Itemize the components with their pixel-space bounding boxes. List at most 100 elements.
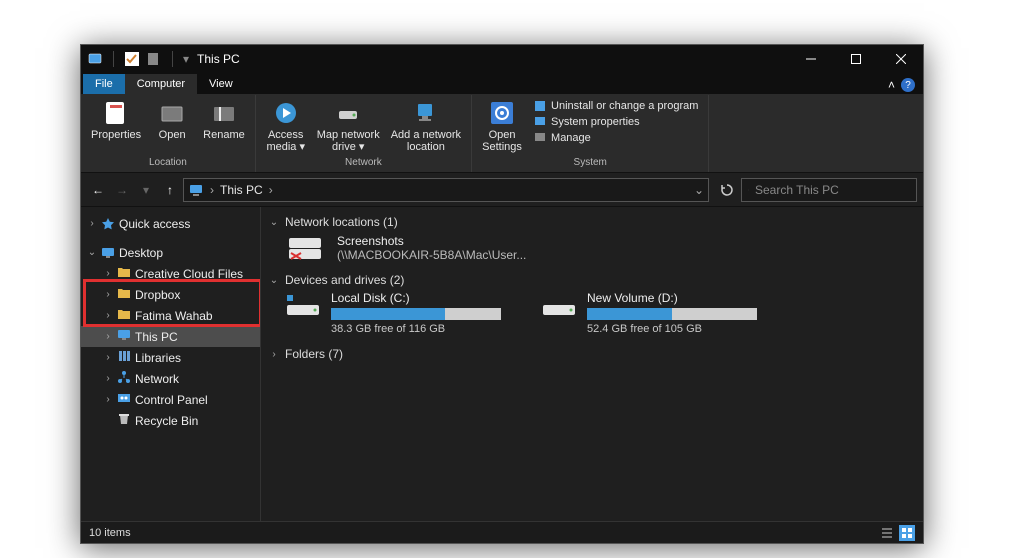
help-icon[interactable]: ? [901,78,915,92]
sidebar-item-dropbox[interactable]: › Dropbox [81,284,260,305]
sidebar-item-control-panel[interactable]: › Control Panel [81,389,260,410]
file-explorer-window: ▾ This PC File Computer View ˄ ? Propert… [80,44,924,544]
chevron-down-icon[interactable]: ⌄ [87,247,97,258]
search-box[interactable] [741,178,917,202]
map-drive-button[interactable]: Map network drive ▾ [313,97,384,155]
sidebar-item-libraries[interactable]: ›Libraries [81,347,260,368]
chevron-right-icon[interactable]: › [103,289,113,300]
section-header-label: Devices and drives (2) [285,273,404,287]
drive-usage-bar [587,308,757,320]
view-details-button[interactable] [879,525,895,541]
breadcrumb[interactable]: › This PC › ⌄ [183,178,709,202]
chevron-right-icon[interactable]: › [103,352,113,363]
properties-button[interactable]: Properties [87,97,145,143]
chevron-right-icon[interactable]: › [103,373,113,384]
status-bar: 10 items [81,521,923,543]
drive-item[interactable]: Local Disk (C:)38.3 GB free of 116 GB [285,291,501,335]
open-button[interactable]: Open [148,97,196,143]
folder-icon [117,412,131,429]
network-location-item[interactable]: Screenshots (\\MACBOOKAIR-5B8A\Mac\User.… [285,233,915,263]
nav-recent-button[interactable]: ▾ [135,179,157,201]
nav-up-button[interactable]: ↑ [159,179,181,201]
netloc-sub: (\\MACBOOKAIR-5B8A\Mac\User... [337,248,526,262]
folder-icon [117,328,131,345]
rename-label: Rename [203,129,245,141]
search-input[interactable] [755,183,910,197]
titlebar: ▾ This PC [81,45,923,73]
checkbox-icon[interactable] [124,51,140,67]
close-button[interactable] [878,45,923,73]
sidebar-item-label: This PC [135,330,178,344]
chevron-right-icon[interactable]: › [103,331,113,342]
breadcrumb-root[interactable]: This PC [220,183,263,197]
drive-item[interactable]: New Volume (D:)52.4 GB free of 105 GB [541,291,757,335]
view-tiles-button[interactable] [899,525,915,541]
folder-icon [117,349,131,366]
group-label-network: Network [345,157,382,170]
qat-dropdown-icon[interactable]: ▾ [183,52,189,66]
nav-back-button[interactable]: ← [87,179,109,201]
section-folders[interactable]: › Folders (7) [269,347,915,361]
address-bar: ← → ▾ ↑ › This PC › ⌄ [81,173,923,207]
desktop-label: Desktop [119,246,163,260]
chevron-right-icon[interactable]: › [269,349,279,360]
network-drive-icon [285,233,327,263]
drive-free-text: 38.3 GB free of 116 GB [331,323,501,335]
chevron-right-icon[interactable]: › [103,268,113,279]
this-pc-icon [188,182,204,198]
manage-button[interactable]: Manage [533,131,698,145]
access-media-button[interactable]: Access media ▾ [262,97,310,155]
chevron-right-icon[interactable]: › [87,218,97,229]
sidebar-item-label: Dropbox [135,288,180,302]
sidebar-item-label: Control Panel [135,393,208,407]
chevron-right-icon[interactable]: › [103,394,113,405]
chevron-right-icon[interactable]: › [103,310,113,321]
sidebar-item-label: Fatima Wahab [135,309,213,323]
folder-icon [117,391,131,408]
sidebar-item-network[interactable]: › Network [81,368,260,389]
tab-file[interactable]: File [83,74,125,94]
tab-view[interactable]: View [197,74,245,94]
maximize-button[interactable] [833,45,878,73]
section-devices-drives[interactable]: ⌄ Devices and drives (2) [269,273,915,287]
sidebar-item-this-pc[interactable]: › This PC [81,326,260,347]
add-network-location-button[interactable]: Add a network location [387,97,465,155]
drive-icon [541,291,577,319]
open-settings-label: Open Settings [482,129,522,153]
breadcrumb-dropdown-icon[interactable]: ⌄ [694,183,704,197]
qat-properties-icon[interactable] [146,51,162,67]
rename-button[interactable]: Rename [199,97,249,143]
window-controls [788,45,923,73]
sidebar-item-quick-access[interactable]: › Quick access [81,213,260,234]
chevron-down-icon[interactable]: ⌄ [269,217,279,228]
sidebar-item-desktop[interactable]: ⌄ Desktop [81,242,260,263]
sidebar-item-label: Network [135,372,179,386]
sidebar-item-creative-cloud-files[interactable]: ›Creative Cloud Files [81,263,260,284]
uninstall-label: Uninstall or change a program [551,100,698,112]
section-network-locations[interactable]: ⌄ Network locations (1) [269,215,915,229]
uninstall-program-button[interactable]: Uninstall or change a program [533,99,698,113]
access-media-label: Access media ▾ [266,129,305,153]
system-props-label: System properties [551,116,640,128]
folder-icon [117,265,131,282]
sidebar-item-recycle-bin[interactable]: ›Recycle Bin [81,410,260,431]
sidebar-item-fatima-wahab[interactable]: › Fatima Wahab [81,305,260,326]
system-properties-button[interactable]: System properties [533,115,698,129]
nav-forward-button[interactable]: → [111,179,133,201]
minimize-button[interactable] [788,45,833,73]
refresh-button[interactable] [715,178,739,202]
add-network-location-label: Add a network location [391,129,461,153]
collapse-ribbon-icon[interactable]: ˄ [888,78,895,92]
sidebar-item-label: Recycle Bin [135,414,198,428]
star-icon [101,217,115,231]
section-header-label: Network locations (1) [285,215,398,229]
chevron-down-icon[interactable]: ⌄ [269,275,279,286]
manage-label: Manage [551,132,591,144]
open-settings-button[interactable]: Open Settings [478,97,526,155]
desktop-icon [101,246,115,260]
quick-access-toolbar: ▾ [81,51,189,67]
ribbon-tabs: File Computer View ˄ ? [81,73,923,95]
folder-icon [117,286,131,303]
tab-computer[interactable]: Computer [125,74,197,94]
body: › Quick access ⌄ Desktop ›Creative Cloud… [81,207,923,521]
